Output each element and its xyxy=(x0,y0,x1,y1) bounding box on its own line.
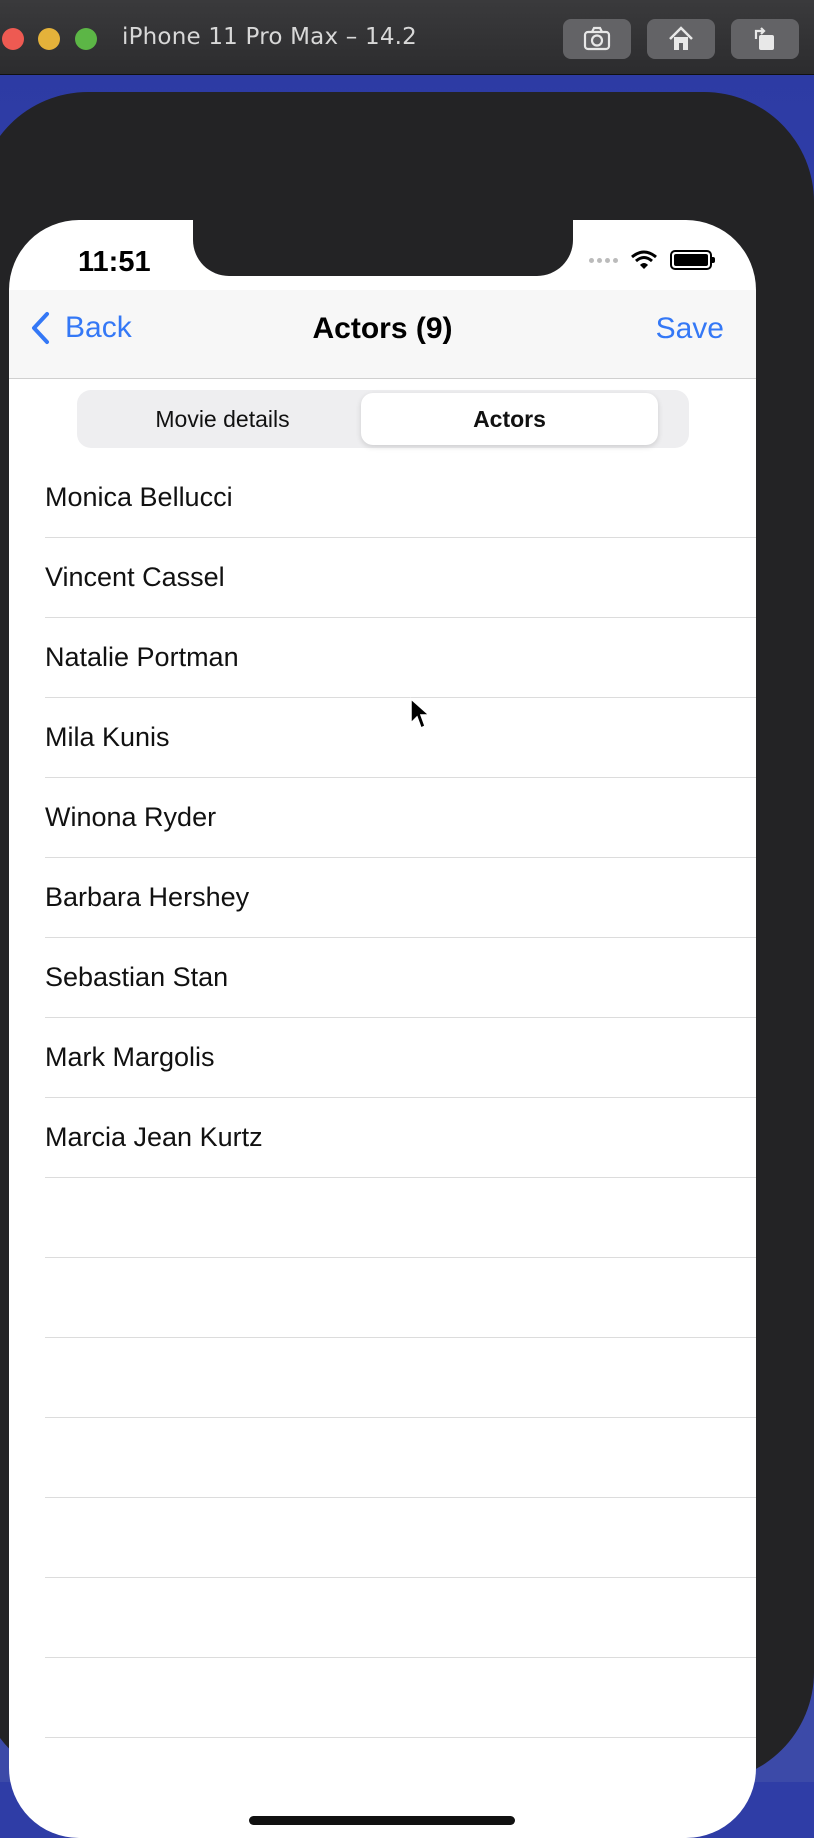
list-item[interactable]: Marcia Jean Kurtz xyxy=(45,1098,756,1178)
segment-actors[interactable]: Actors xyxy=(361,393,658,445)
list-item[interactable]: Monica Bellucci xyxy=(45,458,756,538)
actor-name: Sebastian Stan xyxy=(45,962,229,992)
close-window-button[interactable] xyxy=(2,28,24,50)
empty-row xyxy=(45,1258,756,1338)
save-button[interactable]: Save xyxy=(656,312,724,346)
home-indicator[interactable] xyxy=(249,1816,515,1825)
notch xyxy=(193,220,573,276)
empty-row xyxy=(45,1338,756,1418)
status-time: 11:51 xyxy=(78,246,151,278)
actor-name: Monica Bellucci xyxy=(45,482,233,512)
segmented-control: Movie details Actors xyxy=(77,390,689,448)
window-title: iPhone 11 Pro Max – 14.2 xyxy=(122,24,418,50)
mouse-pointer-icon xyxy=(410,697,431,730)
empty-row xyxy=(45,1418,756,1498)
rotate-button[interactable] xyxy=(731,19,799,59)
actor-name: Mila Kunis xyxy=(45,722,170,752)
list-item[interactable]: Sebastian Stan xyxy=(45,938,756,1018)
empty-row xyxy=(45,1658,756,1738)
list-item[interactable]: Mila Kunis xyxy=(45,698,756,778)
phone-screen: 11:51 Back Actors (9) Save Movie details… xyxy=(9,220,756,1838)
actors-list: Monica Bellucci Vincent Cassel Natalie P… xyxy=(9,458,756,1738)
actor-name: Mark Margolis xyxy=(45,1042,215,1072)
empty-row xyxy=(45,1578,756,1658)
actor-name: Winona Ryder xyxy=(45,802,217,832)
home-button[interactable] xyxy=(647,19,715,59)
segment-movie-details[interactable]: Movie details xyxy=(80,393,365,445)
actor-name: Natalie Portman xyxy=(45,642,239,672)
page-title: Actors (9) xyxy=(312,312,453,345)
simulator-title-bar: iPhone 11 Pro Max – 14.2 xyxy=(0,0,814,75)
navigation-bar: Back Actors (9) Save xyxy=(9,290,756,379)
battery-icon xyxy=(670,250,715,270)
minimize-window-button[interactable] xyxy=(38,28,60,50)
iphone-frame: 11:51 Back Actors (9) Save Movie details… xyxy=(0,92,814,1838)
home-icon xyxy=(669,26,693,50)
screenshot-button[interactable] xyxy=(563,19,631,59)
list-item[interactable]: Winona Ryder xyxy=(45,778,756,858)
screenshot-icon xyxy=(583,26,611,51)
actor-name: Marcia Jean Kurtz xyxy=(45,1122,263,1152)
list-item[interactable]: Mark Margolis xyxy=(45,1018,756,1098)
empty-row xyxy=(45,1178,756,1258)
empty-row xyxy=(45,1498,756,1578)
status-icons xyxy=(589,248,715,272)
rotate-icon xyxy=(754,27,774,50)
actor-name: Barbara Hershey xyxy=(45,882,250,912)
signal-icon xyxy=(589,257,618,263)
wifi-icon xyxy=(631,250,657,269)
list-item[interactable]: Barbara Hershey xyxy=(45,858,756,938)
zoom-window-button[interactable] xyxy=(75,28,97,50)
list-item[interactable]: Vincent Cassel xyxy=(45,538,756,618)
actor-name: Vincent Cassel xyxy=(45,562,225,592)
list-item[interactable]: Natalie Portman xyxy=(45,618,756,698)
